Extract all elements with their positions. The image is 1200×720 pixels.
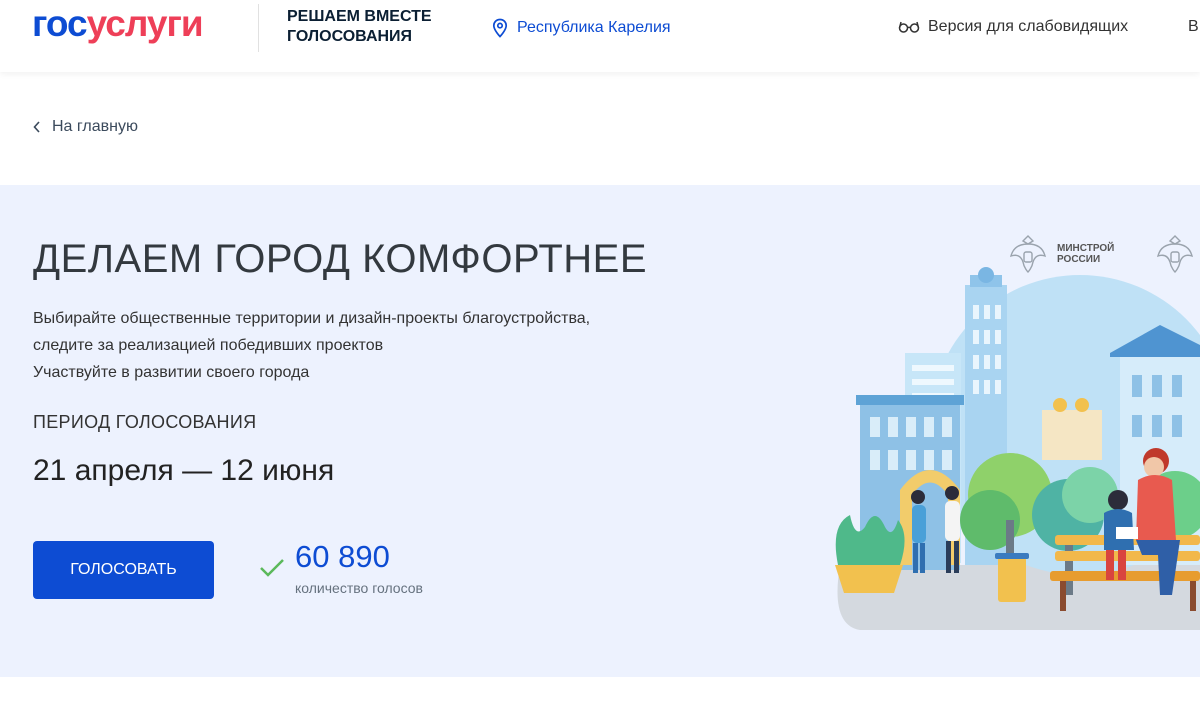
gosuslugi-logo[interactable]: госуслуги (32, 3, 204, 44)
logo-part-uslugi: услуги (86, 3, 204, 44)
location-pin-icon (492, 18, 508, 38)
chevron-left-icon (33, 121, 40, 133)
back-to-main-link[interactable]: На главную (32, 118, 138, 136)
banner-description-line: следите за реализацией победивших проект… (33, 337, 384, 354)
vote-count-label: количество голосов (295, 580, 423, 596)
region-label: Республика Карелия (517, 19, 671, 36)
accessibility-label: Версия для слабовидящих (928, 18, 1129, 35)
accessibility-version-link[interactable]: Версия для слабовидящих (898, 18, 1128, 36)
site-header: госуслуги Решаем вместе голосования Респ… (0, 0, 1200, 72)
hero-banner: ДЕЛАЕМ ГОРОД КОМФОРТНЕЕ Выбирайте общест… (0, 185, 1200, 677)
ministry-label: МИНСТРОЙ РОССИИ (1057, 243, 1115, 265)
banner-description-line: Выбирайте общественные территории и диза… (33, 310, 591, 327)
project-title[interactable]: Решаем вместе голосования (287, 7, 467, 47)
check-icon (260, 559, 284, 577)
vote-button[interactable]: ГОЛОСОВАТЬ (33, 541, 214, 599)
vote-count: 60 890 (295, 539, 390, 574)
voting-period-label: ПЕРИОД ГОЛОСОВАНИЯ (33, 412, 257, 432)
city-park-illustration (835, 267, 1200, 630)
banner-title: ДЕЛАЕМ ГОРОД КОМФОРТНЕЕ (33, 237, 647, 281)
glasses-icon (898, 21, 920, 33)
banner-description: Выбирайте общественные территории и диза… (33, 305, 590, 386)
back-label: На главную (52, 118, 138, 135)
header-divider (258, 4, 259, 52)
logo-part-gos: гос (32, 3, 88, 44)
header-cut-off-link[interactable]: В (1188, 18, 1199, 36)
voting-period-value: 21 апреля — 12 июня (33, 454, 335, 487)
banner-description-line: Участвуйте в развитии своего города (33, 364, 310, 381)
region-selector[interactable]: Республика Карелия (491, 18, 671, 38)
